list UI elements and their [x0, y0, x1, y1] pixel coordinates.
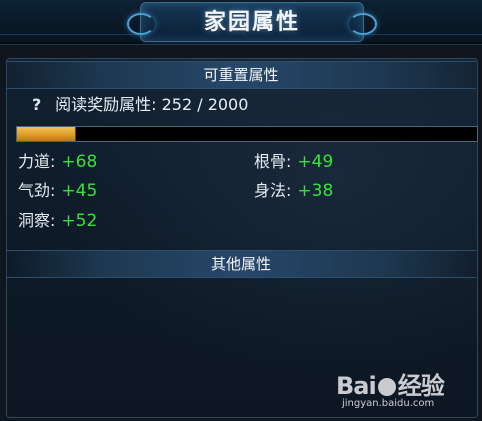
reading-reward-row: ? 阅读奖励属性: 252 / 2000: [32, 94, 248, 116]
reading-reward-label: 阅读奖励属性:: [55, 95, 157, 114]
baidu-jingyan-watermark: Bai 经验 jingyan.baidu.com: [330, 366, 470, 416]
attribute-label: 身法:: [254, 181, 292, 200]
left-swirl-ornament-icon: [127, 13, 155, 35]
window-title: 家园属性: [203, 9, 300, 35]
top-header-bar: 家园属性: [0, 0, 482, 45]
attribute-value: +49: [297, 152, 334, 172]
watermark-url: jingyan.baidu.com: [342, 398, 435, 409]
help-question-icon[interactable]: ?: [32, 94, 44, 116]
attribute-insight: 洞察: +52: [18, 210, 97, 232]
attribute-label: 洞察:: [18, 211, 56, 230]
attribute-value: +52: [61, 211, 98, 231]
reading-progress-fill: [17, 127, 76, 141]
title-plate: 家园属性: [127, 2, 377, 42]
attribute-value: +38: [297, 181, 334, 201]
right-swirl-ornament-icon: [349, 13, 377, 35]
watermark-suffix-text: 经验: [397, 372, 445, 400]
paw-icon: [377, 378, 396, 396]
attribute-strength: 力道: +68: [18, 151, 97, 173]
attribute-energy: 气劲: +45: [18, 180, 97, 202]
reading-progress-bar: [16, 126, 478, 142]
watermark-logo: Bai 经验: [336, 366, 445, 401]
attribute-value: +68: [61, 152, 98, 172]
attribute-label: 力道:: [18, 152, 56, 171]
attribute-label: 根骨:: [254, 152, 292, 171]
attribute-constitution: 根骨: +49: [254, 151, 333, 173]
section-header-resettable: 可重置属性: [6, 61, 476, 89]
attribute-label: 气劲:: [18, 181, 56, 200]
watermark-brand-text: Bai: [336, 372, 377, 400]
attribute-value: +45: [61, 181, 98, 201]
section-header-other: 其他属性: [6, 250, 476, 278]
reading-reward-value: 252 / 2000: [161, 95, 249, 114]
attribute-agility: 身法: +38: [254, 180, 333, 202]
